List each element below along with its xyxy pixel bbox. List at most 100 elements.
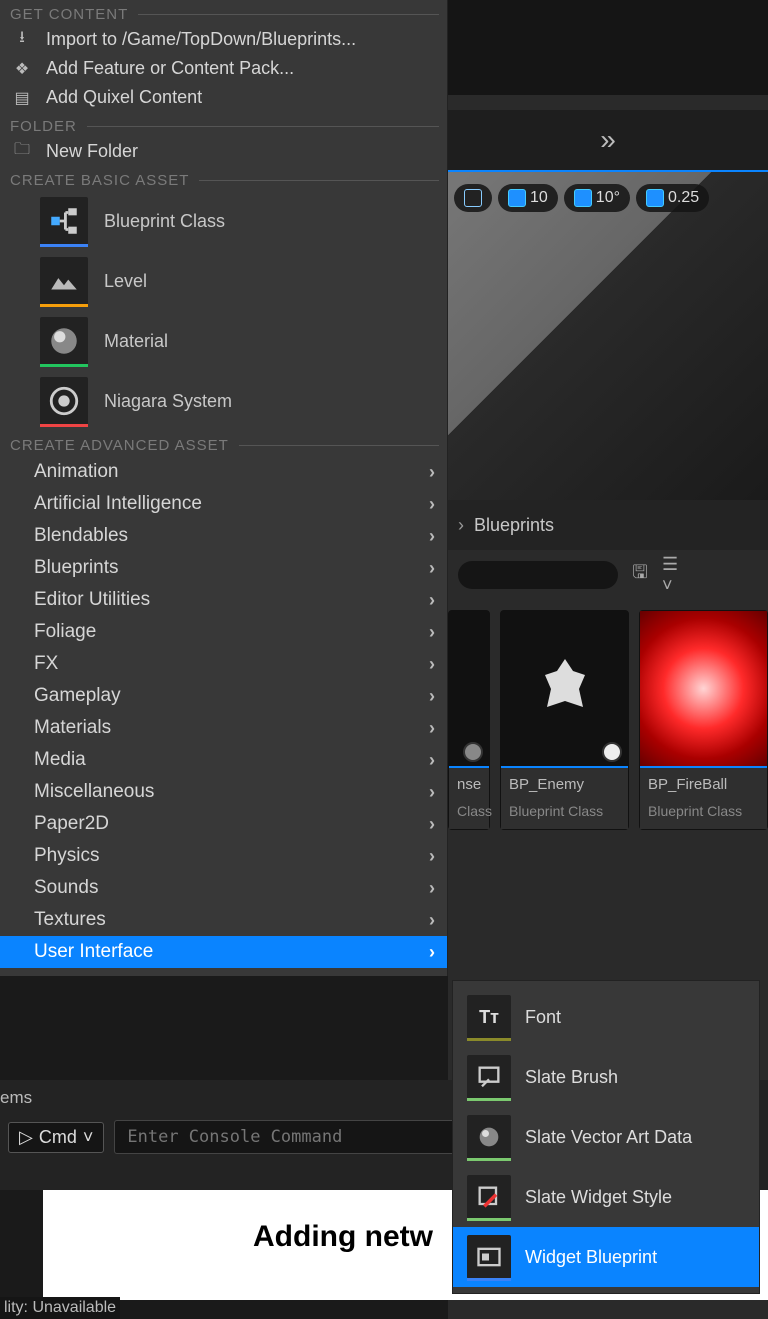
viewport-snap-toolbar: 10 10° 0.25 <box>448 180 768 216</box>
new-folder-menu-item[interactable]: 🗀New Folder <box>0 137 447 166</box>
snap-grid-chip[interactable]: 10 <box>498 184 558 212</box>
chevron-right-icon: › <box>429 750 435 771</box>
user-interface-submenu: TᴛFont Slate Brush Slate Vector Art Data… <box>452 980 760 1294</box>
chevron-right-double-icon[interactable]: » <box>600 124 616 156</box>
section-header: FOLDER <box>0 112 447 137</box>
status-bar-text: lity: Unavailable <box>0 1297 120 1319</box>
advanced-user-interface[interactable]: User Interface› <box>0 936 447 968</box>
snap-angle-chip[interactable]: 10° <box>564 184 630 212</box>
asset-name: BP_Enemy <box>509 776 620 793</box>
blueprint-icon <box>40 197 88 245</box>
level-icon <box>40 257 88 305</box>
asset-thumbnail <box>640 611 767 768</box>
move-icon <box>464 189 482 207</box>
section-header: GET CONTENT <box>0 0 447 25</box>
chevron-right-icon: › <box>429 558 435 579</box>
topbar-dark <box>448 0 768 95</box>
content-search[interactable] <box>458 561 618 589</box>
chevron-right-icon: › <box>429 942 435 963</box>
chevron-right-icon: › <box>429 910 435 931</box>
asset-name: nse <box>457 776 481 793</box>
submenu-slate-widget-style[interactable]: Slate Widget Style <box>453 1167 759 1227</box>
chevron-right-icon: › <box>429 718 435 739</box>
content-toolbar: 🖫 ☰ ˅ <box>448 555 768 595</box>
advanced-editor-utilities[interactable]: Editor Utilities› <box>0 584 447 616</box>
snap-drag-chip[interactable] <box>454 184 492 212</box>
advanced-media[interactable]: Media› <box>0 744 447 776</box>
niagara-menu-item[interactable]: Niagara System <box>0 371 447 431</box>
advanced-animation[interactable]: Animation› <box>0 456 447 488</box>
angle-icon <box>574 189 592 207</box>
angle-snap-value: 10° <box>596 189 620 207</box>
material-menu-item[interactable]: Material <box>0 311 447 371</box>
add-feature-menu-item[interactable]: ❖Add Feature or Content Pack... <box>0 54 447 83</box>
grid-snap-value: 10 <box>530 189 548 207</box>
asset-type: Blueprint Class <box>509 803 620 819</box>
chevron-right-icon: › <box>429 462 435 483</box>
package-icon: ❖ <box>12 59 32 79</box>
advanced-foliage[interactable]: Foliage› <box>0 616 447 648</box>
scale-snap-value: 0.25 <box>668 189 699 207</box>
chevron-right-icon: › <box>429 782 435 803</box>
chevron-right-icon: › <box>429 622 435 643</box>
vector-icon <box>467 1115 511 1159</box>
chevron-right-icon: › <box>429 814 435 835</box>
chevron-right-icon: › <box>429 494 435 515</box>
grid-icon <box>508 189 526 207</box>
advanced-textures[interactable]: Textures› <box>0 904 447 936</box>
niagara-icon <box>40 377 88 425</box>
advanced-blendables[interactable]: Blendables› <box>0 520 447 552</box>
breadcrumb-folder: Blueprints <box>474 515 554 536</box>
chevron-right-icon: › <box>458 515 464 536</box>
submenu-slate-vector[interactable]: Slate Vector Art Data <box>453 1107 759 1167</box>
content-context-menu: GET CONTENT ⭳Import to /Game/TopDown/Blu… <box>0 0 448 976</box>
character-icon <box>525 649 605 729</box>
advanced-fx[interactable]: FX› <box>0 648 447 680</box>
advanced-ai[interactable]: Artificial Intelligence› <box>0 488 447 520</box>
snap-scale-chip[interactable]: 0.25 <box>636 184 709 212</box>
advanced-physics[interactable]: Physics› <box>0 840 447 872</box>
console-cmd-dropdown[interactable]: ▷ Cmd ˅ <box>8 1122 104 1153</box>
submenu-widget-blueprint[interactable]: Widget Blueprint <box>453 1227 759 1287</box>
material-icon <box>40 317 88 365</box>
font-icon: Tᴛ <box>467 995 511 1039</box>
advanced-sounds[interactable]: Sounds› <box>0 872 447 904</box>
asset-type: Class <box>457 803 481 819</box>
asset-thumbnail <box>501 611 628 768</box>
submenu-font[interactable]: TᴛFont <box>453 987 759 1047</box>
advanced-miscellaneous[interactable]: Miscellaneous› <box>0 776 447 808</box>
style-icon <box>467 1175 511 1219</box>
section-header: CREATE ADVANCED ASSET <box>0 431 447 456</box>
content-breadcrumb[interactable]: › Blueprints <box>448 500 768 550</box>
chevron-right-icon: › <box>429 526 435 547</box>
asset-name: BP_FireBall <box>648 776 759 793</box>
scale-icon <box>646 189 664 207</box>
submenu-slate-brush[interactable]: Slate Brush <box>453 1047 759 1107</box>
save-icon[interactable]: 🖫 <box>628 563 652 587</box>
asset-tile[interactable]: nse Class <box>448 610 490 830</box>
level-viewport[interactable] <box>448 170 768 510</box>
section-header: CREATE BASIC ASSET <box>0 166 447 191</box>
chevron-right-icon: › <box>429 878 435 899</box>
add-quixel-menu-item[interactable]: ▤Add Quixel Content <box>0 83 447 112</box>
level-menu-item[interactable]: Level <box>0 251 447 311</box>
badge-icon <box>602 742 622 762</box>
filter-icon[interactable]: ☰ ˅ <box>662 563 686 587</box>
advanced-blueprints[interactable]: Blueprints› <box>0 552 447 584</box>
asset-tile[interactable]: BP_Enemy Blueprint Class <box>500 610 629 830</box>
asset-tile[interactable]: BP_FireBall Blueprint Class <box>639 610 768 830</box>
widget-blueprint-icon <box>467 1235 511 1279</box>
advanced-materials[interactable]: Materials› <box>0 712 447 744</box>
blueprint-class-menu-item[interactable]: Blueprint Class <box>0 191 447 251</box>
advanced-gameplay[interactable]: Gameplay› <box>0 680 447 712</box>
import-to-menu-item[interactable]: ⭳Import to /Game/TopDown/Blueprints... <box>0 25 447 54</box>
badge-icon <box>463 742 483 762</box>
asset-thumbnail <box>449 611 489 768</box>
advanced-paper2d[interactable]: Paper2D› <box>0 808 447 840</box>
brush-icon <box>467 1055 511 1099</box>
chevron-right-icon: › <box>429 590 435 611</box>
chevron-right-icon: › <box>429 654 435 675</box>
import-icon: ⭳ <box>12 30 32 50</box>
quixel-icon: ▤ <box>12 88 32 108</box>
asset-type: Blueprint Class <box>648 803 759 819</box>
